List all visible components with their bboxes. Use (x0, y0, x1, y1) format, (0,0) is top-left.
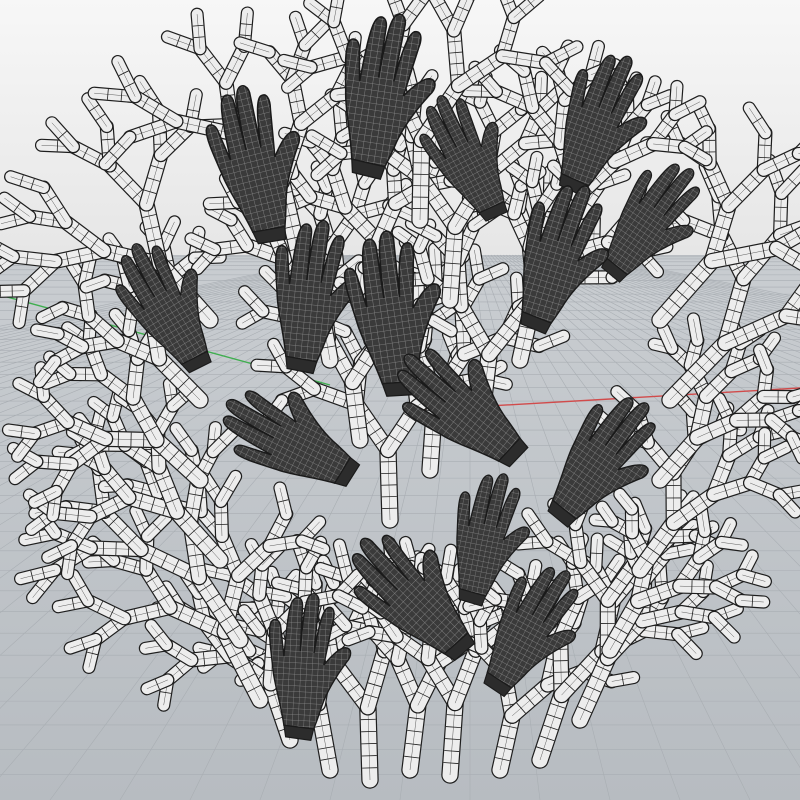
coral-branch (441, 218, 464, 309)
coral-branch (295, 534, 331, 556)
coral-branch (379, 441, 399, 529)
coral-branch (753, 343, 774, 376)
coral-branch (525, 150, 544, 189)
coral-branch (341, 625, 376, 647)
coral-branch (426, 314, 458, 338)
coral-branch (204, 202, 238, 227)
coral-branch (589, 532, 604, 575)
coral-branch (0, 284, 31, 298)
coral-branch (786, 387, 800, 404)
coral-branch (694, 504, 712, 539)
coral-branch (714, 535, 749, 552)
coral-branch (532, 329, 571, 353)
coral-branch (63, 632, 103, 655)
coral-branch (735, 568, 772, 589)
coral-branch (734, 593, 771, 609)
coral-branch (1, 423, 42, 441)
viewport-canvas[interactable] (0, 0, 800, 800)
coral-branch (441, 694, 464, 784)
coral-branch (140, 673, 175, 696)
coral-branch (656, 322, 679, 355)
coral-branch (686, 312, 704, 347)
coral-branch (613, 487, 639, 516)
coral-branch (327, 0, 345, 29)
coral-branch (79, 273, 112, 294)
coral-branch (233, 36, 276, 59)
coral-branch (605, 670, 641, 689)
coral-branch (439, 543, 458, 586)
coral-branch (35, 301, 70, 325)
coral-branch (273, 481, 293, 521)
coral-branch (190, 7, 207, 56)
3d-viewport[interactable] (0, 0, 800, 800)
coral-branch (595, 500, 619, 528)
coral-branch (640, 89, 677, 112)
coral-branch (30, 323, 65, 341)
coral-branch (277, 53, 318, 74)
coral-branch (359, 698, 379, 789)
coral-branch (6, 249, 63, 269)
